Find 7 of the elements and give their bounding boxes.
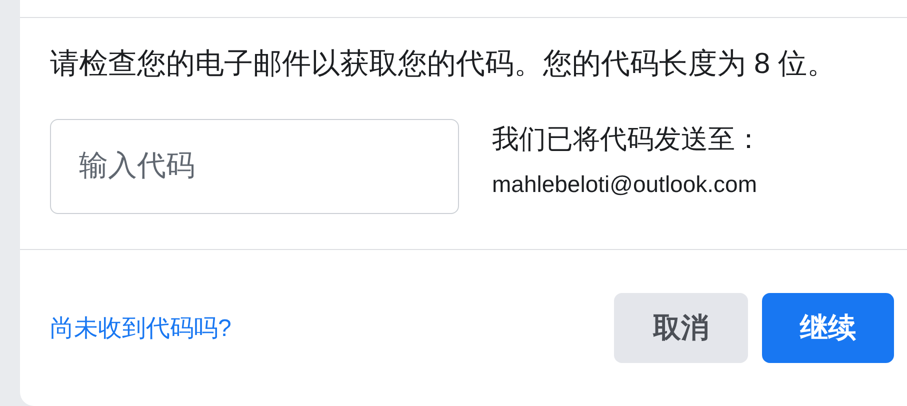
code-input-field[interactable]: 输入代码	[50, 119, 459, 214]
email-address: mahlebeloti@outlook.com	[492, 171, 758, 198]
cancel-button[interactable]: 取消	[614, 293, 748, 363]
sent-to-label: 我们已将代码发送至：	[492, 123, 762, 156]
resend-code-link[interactable]: 尚未收到代码吗?	[50, 312, 232, 344]
instruction-text: 请检查您的电子邮件以获取您的代码。您的代码长度为 8 位。	[50, 48, 838, 81]
continue-button[interactable]: 继续	[762, 293, 894, 363]
